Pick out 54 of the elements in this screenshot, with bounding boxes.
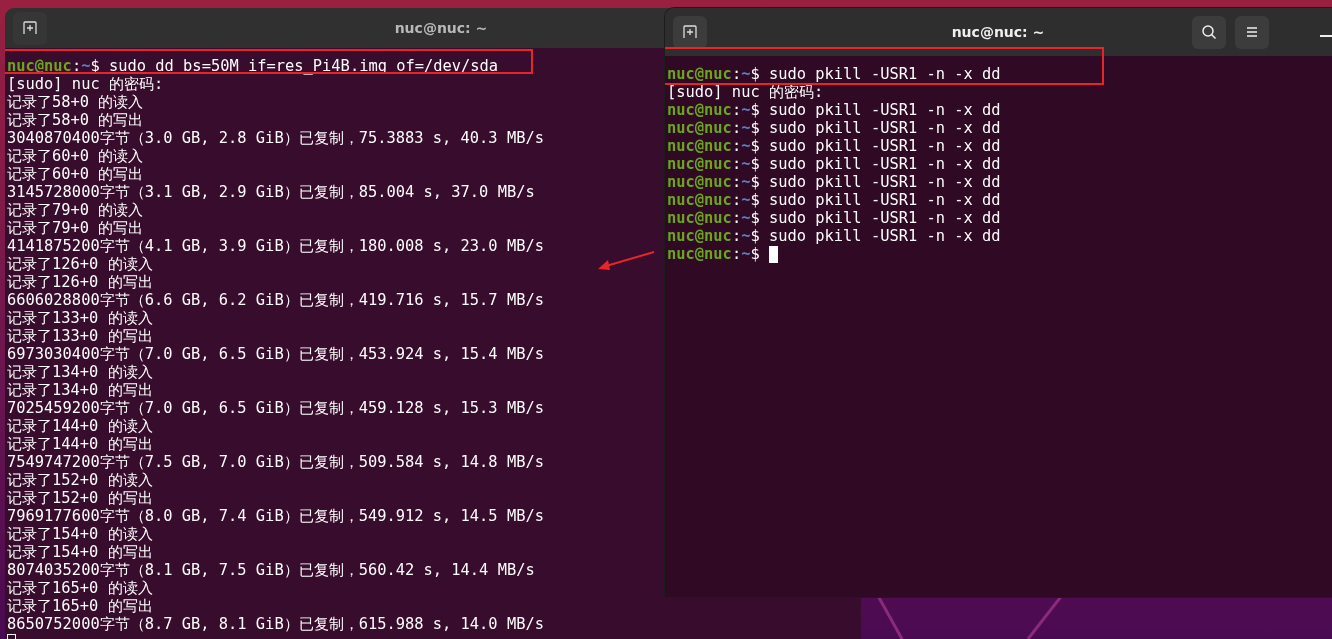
output-line: [sudo] nuc 的密码:	[7, 75, 164, 93]
output-line: 记录了58+0 的读入	[7, 93, 144, 111]
output-line: 记录了134+0 的写出	[7, 381, 153, 399]
menu-button[interactable]	[1235, 15, 1269, 49]
output-line: 记录了79+0 的读入	[7, 201, 144, 219]
output-line: 记录了165+0 的读入	[7, 579, 153, 597]
output-line: 记录了79+0 的写出	[7, 219, 144, 237]
output-line: 记录了58+0 的写出	[7, 111, 144, 129]
prompt-line: nuc@nuc:~$ sudo pkill -USR1 -n -x dd	[667, 191, 1001, 209]
output-line: 记录了133+0 的写出	[7, 327, 153, 345]
prompt-line: nuc@nuc:~$ sudo pkill -USR1 -n -x dd	[667, 155, 1001, 173]
prompt-line: nuc@nuc:~$ sudo dd bs=50M if=res_Pi4B.img of=/dev/sda	[7, 57, 499, 75]
output-line: 7025459200字节（7.0 GB, 6.5 GiB）已复制，459.128 s, 15.3 MB/s	[7, 399, 544, 417]
prompt-line: nuc@nuc:~$ sudo pkill -USR1 -n -x dd	[667, 173, 1001, 191]
menu-icon	[1245, 26, 1259, 38]
prompt-line: nuc@nuc:~$ sudo pkill -USR1 -n -x dd	[667, 65, 1001, 83]
minimize-icon[interactable]	[1320, 34, 1332, 38]
output-line: 6606028800字节（6.6 GB, 6.2 GiB）已复制，419.716 s, 15.7 MB/s	[7, 291, 544, 309]
output-line: 记录了126+0 的读入	[7, 255, 153, 273]
prompt-line: nuc@nuc:~$ sudo pkill -USR1 -n -x dd	[667, 209, 1001, 227]
window-title: nuc@nuc: ~	[951, 24, 1045, 40]
output-line: 记录了165+0 的写出	[7, 597, 153, 615]
prompt-line: nuc@nuc:~$ sudo pkill -USR1 -n -x dd	[667, 119, 1001, 137]
output-line: 6973030400字节（7.0 GB, 6.5 GiB）已复制，453.924 s, 15.4 MB/s	[7, 345, 544, 363]
output-line: 记录了144+0 的写出	[7, 435, 153, 453]
output-line: 3145728000字节（3.1 GB, 2.9 GiB）已复制，85.004 s, 37.0 MB/s	[7, 183, 535, 201]
output-line: 记录了60+0 的写出	[7, 165, 144, 183]
output-line: 记录了134+0 的读入	[7, 363, 153, 381]
output-line: 记录了144+0 的读入	[7, 417, 153, 435]
new-tab-icon	[682, 24, 698, 40]
output-line: 记录了152+0 的写出	[7, 489, 153, 507]
output-line: [sudo] nuc 的密码:	[667, 83, 824, 101]
prompt-line: nuc@nuc:~$	[667, 245, 761, 263]
output-line: 记录了60+0 的读入	[7, 147, 144, 165]
output-line: 3040870400字节（3.0 GB, 2.8 GiB）已复制，75.3883 s, 40.3 MB/s	[7, 129, 544, 147]
output-line: 记录了126+0 的写出	[7, 273, 153, 291]
output-line: 记录了154+0 的写出	[7, 543, 153, 561]
prompt-line: nuc@nuc:~$ sudo pkill -USR1 -n -x dd	[667, 137, 1001, 155]
new-tab-button[interactable]	[673, 15, 707, 49]
output-line: 4141875200字节（4.1 GB, 3.9 GiB）已复制，180.008 s, 23.0 MB/s	[7, 237, 544, 255]
window-title: nuc@nuc: ~	[394, 20, 488, 36]
output-line: 记录了152+0 的读入	[7, 471, 153, 489]
output-line: 8074035200字节（8.1 GB, 7.5 GiB）已复制，560.42 s, 14.4 MB/s	[7, 561, 535, 579]
output-line: 记录了133+0 的读入	[7, 309, 153, 327]
prompt-line: nuc@nuc:~$ sudo pkill -USR1 -n -x dd	[667, 227, 1001, 245]
search-button[interactable]	[1192, 15, 1226, 49]
output-line: 8650752000字节（8.7 GB, 8.1 GiB）已复制，615.988 s, 14.0 MB/s	[7, 615, 544, 633]
new-tab-icon	[22, 20, 38, 36]
search-icon	[1201, 24, 1217, 40]
new-tab-button[interactable]	[13, 11, 47, 45]
output-line: 记录了154+0 的读入	[7, 525, 153, 543]
output-line: 7969177600字节（8.0 GB, 7.4 GiB）已复制，549.912 s, 14.5 MB/s	[7, 507, 544, 525]
prompt-line: nuc@nuc:~$ sudo pkill -USR1 -n -x dd	[667, 101, 1001, 119]
output-line: 7549747200字节（7.5 GB, 7.0 GiB）已复制，509.584 s, 14.8 MB/s	[7, 453, 544, 471]
